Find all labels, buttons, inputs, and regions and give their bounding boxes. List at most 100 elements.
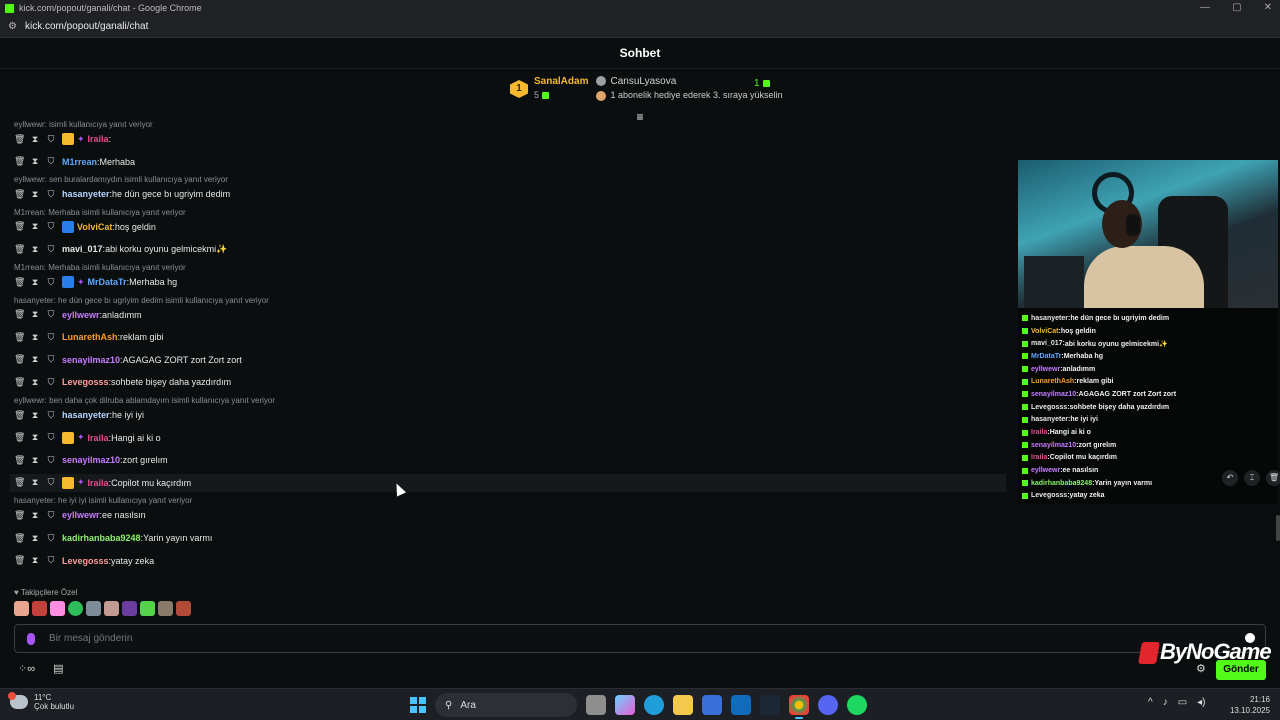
- reply-context[interactable]: eyllwewr: ben daha çok dilruba ablamdayı…: [14, 396, 275, 405]
- ban-icon[interactable]: ⛉: [46, 533, 56, 544]
- ban-icon[interactable]: ⛉: [46, 410, 56, 421]
- ban-icon[interactable]: ⛉: [46, 156, 56, 167]
- taskbar-search[interactable]: ⚲ Ara: [435, 693, 577, 717]
- timeout-icon[interactable]: ⧗: [30, 455, 40, 466]
- delete-icon[interactable]: 🗑: [14, 332, 25, 343]
- ban-icon[interactable]: ⛉: [46, 432, 56, 443]
- delete-icon[interactable]: 🗑: [14, 189, 25, 200]
- message-username[interactable]: hasanyeter: [62, 410, 110, 420]
- settings-gear-icon[interactable]: ⚙: [1196, 662, 1206, 675]
- steam-icon[interactable]: [760, 695, 780, 715]
- message-username[interactable]: Iraila: [88, 433, 109, 443]
- delete-icon[interactable]: 🗑: [14, 156, 25, 167]
- ban-icon[interactable]: ⛉: [46, 477, 56, 488]
- ban-icon[interactable]: ⛉: [46, 221, 56, 232]
- emote-icon[interactable]: [140, 601, 155, 616]
- delete-icon[interactable]: 🗑: [1266, 470, 1280, 486]
- reply-context[interactable]: M1rrean: Merhaba isimli kullanıcıya yanı…: [14, 208, 186, 217]
- delete-icon[interactable]: 🗑: [14, 244, 25, 255]
- chat-message[interactable]: 🗑 ⧗ ⛉ LunarethAsh: reklam gibi: [14, 328, 164, 346]
- minimize-icon[interactable]: —: [1200, 2, 1210, 13]
- timeout-icon[interactable]: ⧗: [30, 555, 40, 566]
- chat-message[interactable]: 🗑 ⧗ ⛉ kadirhanbaba9248: Yarin yayın varmı: [14, 529, 212, 547]
- task-view-icon[interactable]: [586, 695, 606, 715]
- discord-icon[interactable]: [818, 695, 838, 715]
- chat-message[interactable]: 🗑 ⧗ ⛉ ✦ Iraila: Copilot mu kaçırdım: [10, 473, 1006, 492]
- ban-icon[interactable]: ⛉: [46, 309, 56, 320]
- message-username[interactable]: Iraila: [88, 478, 109, 488]
- delete-icon[interactable]: 🗑: [14, 309, 25, 320]
- timeout-icon[interactable]: ⧗: [30, 477, 40, 488]
- timeout-icon[interactable]: ⧗: [30, 410, 40, 421]
- delete-icon[interactable]: 🗑: [14, 555, 25, 566]
- delete-icon[interactable]: 🗑: [14, 533, 25, 544]
- copilot-icon[interactable]: [615, 695, 635, 715]
- emote-icon[interactable]: [68, 601, 83, 616]
- message-input-box[interactable]: [14, 624, 1266, 653]
- message-username[interactable]: MrDataTr: [88, 277, 127, 287]
- windows-start-icon[interactable]: [410, 697, 426, 713]
- emote-picker-icon[interactable]: ⁘∞: [18, 662, 35, 675]
- send-button[interactable]: Gönder: [1216, 660, 1266, 680]
- store-app-icon[interactable]: [702, 695, 722, 715]
- reply-context[interactable]: hasanyeter: he iyi iyi isimli kullanıcıy…: [14, 496, 192, 505]
- message-username[interactable]: VolviCat: [77, 222, 112, 232]
- chrome-icon[interactable]: [789, 695, 809, 719]
- chat-message[interactable]: 🗑 ⧗ ⛉ VolviCat: hoş geldin: [14, 218, 156, 236]
- timeout-icon[interactable]: ⧗: [30, 377, 40, 388]
- chat-message[interactable]: 🗑 ⧗ ⛉ ✦ Iraila: Hangi ai ki o: [14, 429, 161, 447]
- ban-icon[interactable]: ⛉: [46, 134, 56, 145]
- message-username[interactable]: eyllwewr: [62, 510, 100, 520]
- delete-icon[interactable]: 🗑: [14, 221, 25, 232]
- pin-icon[interactable]: ⌶: [1244, 470, 1260, 486]
- message-username[interactable]: senayilmaz10: [62, 455, 120, 465]
- timeout-icon[interactable]: ⧗: [30, 277, 40, 288]
- emote-icon[interactable]: [14, 601, 29, 616]
- timeout-icon[interactable]: ⧗: [30, 221, 40, 232]
- delete-icon[interactable]: 🗑: [14, 410, 25, 421]
- chat-message[interactable]: 🗑 ⧗ ⛉ Levegosss: yatay zeka: [14, 552, 154, 570]
- chat-message[interactable]: 🗑 ⧗ ⛉ hasanyeter: he dün gece bı ugriyim de…: [14, 185, 230, 203]
- reply-context[interactable]: M1rrean: Merhaba isimli kullanıcıya yanı…: [14, 263, 186, 272]
- chat-message[interactable]: 🗑 ⧗ ⛉ ✦ MrDataTr: Merhaba hg: [14, 273, 177, 291]
- message-username[interactable]: LunarethAsh: [62, 332, 118, 342]
- reply-context[interactable]: eyllwewr: sen buralardamıydın isimli kul…: [14, 175, 228, 184]
- chat-message[interactable]: 🗑 ⧗ ⛉ senayilmaz10: AGAGAG ZORT zort Zort z…: [14, 351, 242, 369]
- message-username[interactable]: eyllwewr: [62, 310, 100, 320]
- message-username[interactable]: Levegosss: [62, 556, 109, 566]
- timeout-icon[interactable]: ⧗: [30, 134, 40, 145]
- message-username[interactable]: hasanyeter: [62, 189, 110, 199]
- message-username[interactable]: M1rrean: [62, 157, 97, 167]
- mic-icon[interactable]: [27, 632, 35, 645]
- chevron-up-icon[interactable]: ^: [1148, 697, 1153, 708]
- timeout-icon[interactable]: ⧗: [30, 309, 40, 320]
- microphone-tray-icon[interactable]: ♪: [1163, 697, 1168, 708]
- chat-message[interactable]: 🗑 ⧗ ⛉ M1rrean: Merhaba: [14, 153, 135, 171]
- heart-emote-icon[interactable]: [50, 601, 65, 616]
- display-icon[interactable]: ▭: [1178, 697, 1187, 708]
- emote-icon[interactable]: [176, 601, 191, 616]
- delete-icon[interactable]: 🗑: [14, 432, 25, 443]
- url-text[interactable]: kick.com/popout/ganali/chat: [25, 21, 148, 32]
- delete-icon[interactable]: 🗑: [14, 277, 25, 288]
- ban-icon[interactable]: ⛉: [46, 455, 56, 466]
- gift-leaderboard[interactable]: 1 SanalAdam 5 CansuLyasova 1 abonelik he…: [510, 76, 783, 106]
- timeout-icon[interactable]: ⧗: [30, 332, 40, 343]
- undo-icon[interactable]: ↶: [1222, 470, 1238, 486]
- reply-context[interactable]: hasanyeter: he dün gece bı ugriyim dedim…: [14, 296, 269, 305]
- ban-icon[interactable]: ⛉: [46, 277, 56, 288]
- chat-message[interactable]: 🗑 ⧗ ⛉ eyllwewr: ee nasılsın: [14, 506, 146, 524]
- timeout-icon[interactable]: ⧗: [30, 432, 40, 443]
- delete-icon[interactable]: 🗑: [14, 377, 25, 388]
- delete-icon[interactable]: 🗑: [14, 134, 25, 145]
- timeout-icon[interactable]: ⧗: [30, 244, 40, 255]
- scrollbar[interactable]: [1276, 515, 1280, 541]
- timeout-icon[interactable]: ⧗: [30, 354, 40, 365]
- address-bar[interactable]: ⚙ kick.com/popout/ganali/chat: [0, 16, 1280, 38]
- timeout-icon[interactable]: ⧗: [30, 510, 40, 521]
- store-icon[interactable]: ▤: [53, 662, 63, 675]
- chat-message[interactable]: 🗑 ⧗ ⛉ Levegosss: sohbete bişey daha yazdırd…: [14, 373, 231, 391]
- ban-icon[interactable]: ⛉: [46, 555, 56, 566]
- delete-icon[interactable]: 🗑: [14, 510, 25, 521]
- ban-icon[interactable]: ⛉: [46, 244, 56, 255]
